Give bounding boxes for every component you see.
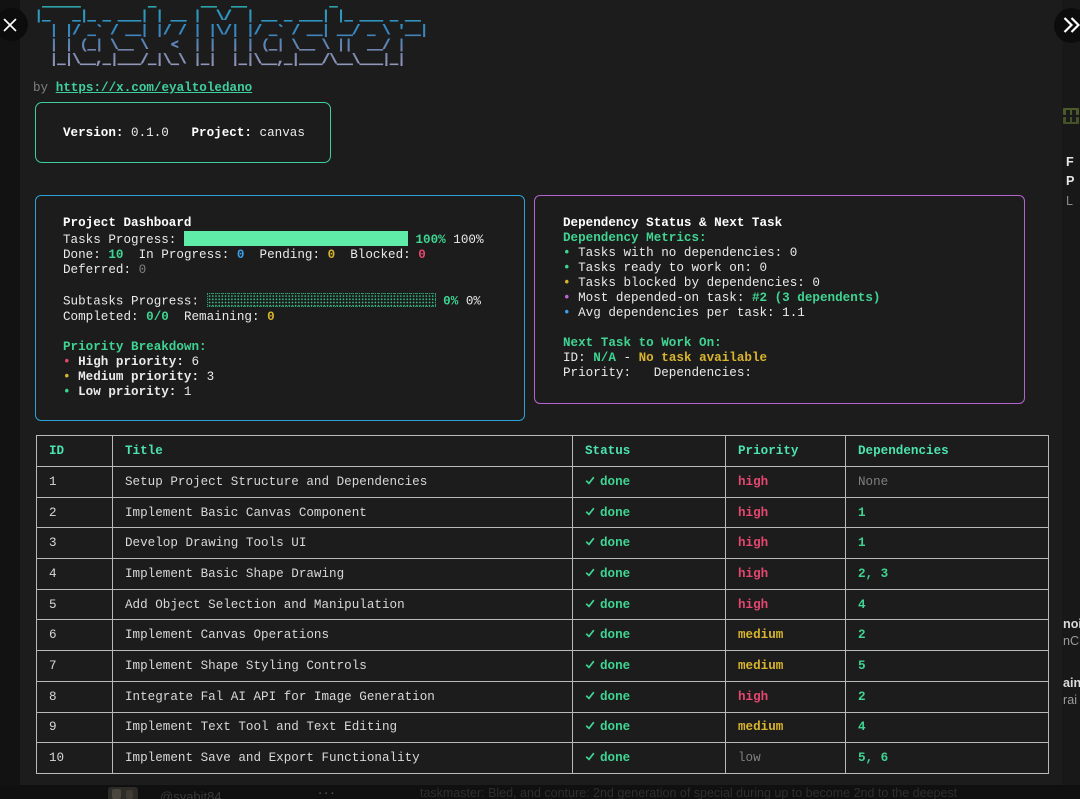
svg-text:| | (_| \__ \ < | | | | (_: | | (_| \__ \ < | | | | (_| \__ \ || __/… <box>35 39 428 53</box>
svg-text:| |/ _` / __| |/ / | |\/| |/ _: | |/ _` / __| |/ / | |\/| |/ _` / __| __… <box>35 24 428 38</box>
svg-text:_____ _ __ __: _____ _ __ __ _ <box>35 0 428 9</box>
svg-text:|_ _|_ _ ___| | __ | \/ |: |_ _|_ _ ___| | __ | \/ | __ _ ___| |_ _… <box>35 10 428 24</box>
svg-text:|_|\__,_|___/_|\_\ |_| |_|\__: |_|\__,_|___/_|\_\ |_| |_|\__,_|___/\__\… <box>35 53 428 67</box>
